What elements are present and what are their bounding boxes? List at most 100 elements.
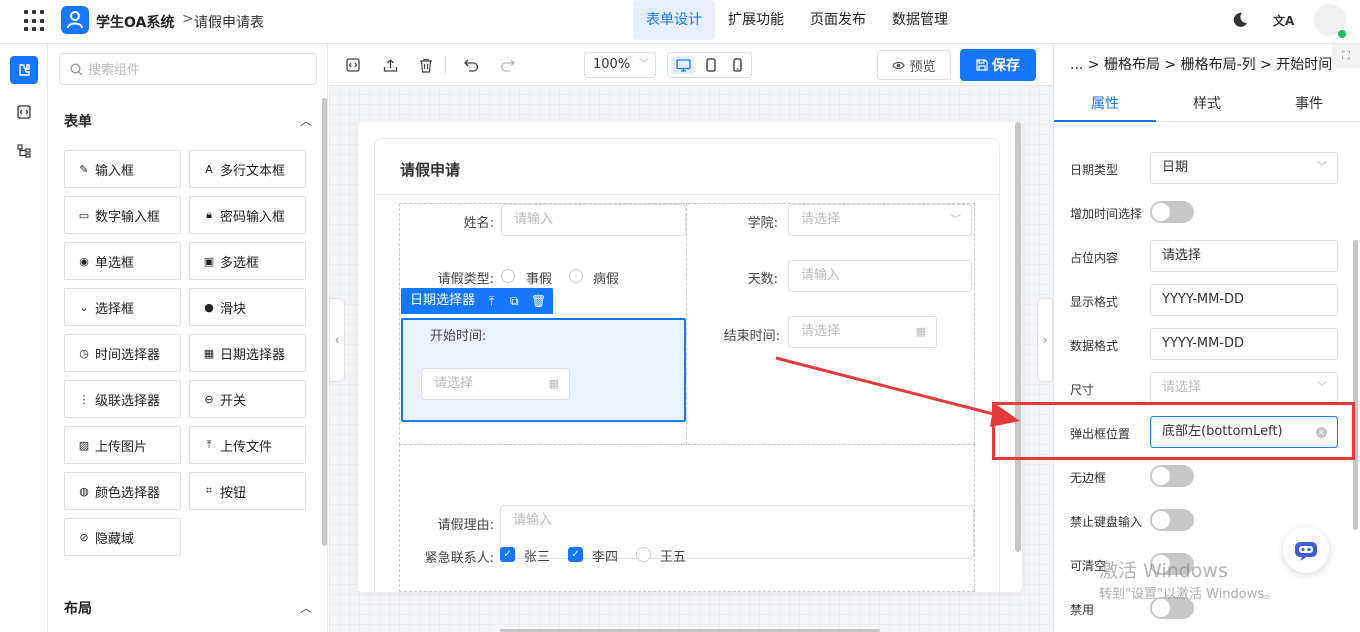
outline-tree-icon[interactable]: [10, 137, 38, 165]
end-time-picker[interactable]: 请选择 ▦: [788, 316, 937, 348]
date-type-value: 日期: [1162, 160, 1189, 175]
component-item[interactable]: ✎ 输入框: [64, 150, 181, 188]
copy-icon[interactable]: ⧉: [510, 288, 519, 314]
nav-form-design[interactable]: 表单设计: [633, 0, 715, 40]
component-item[interactable]: ● 滑块: [189, 288, 306, 326]
save-button[interactable]: 保存: [960, 49, 1036, 81]
name-input[interactable]: 请输入: [501, 204, 686, 236]
section-layout-heading: 布局: [64, 601, 92, 617]
section-form-heading: 表单: [64, 114, 92, 130]
chat-assistant-button[interactable]: [1283, 527, 1329, 573]
add-time-toggle[interactable]: [1150, 201, 1194, 223]
delete-icon[interactable]: 🗑︎: [531, 288, 546, 314]
app-title: 学生OA系统: [96, 15, 175, 31]
chevron-down-icon: ﹀: [639, 59, 649, 70]
move-top-icon[interactable]: ⤒: [489, 288, 494, 314]
tab-styles[interactable]: 样式: [1156, 86, 1258, 122]
component-item[interactable]: ⌄ 选择框: [64, 288, 181, 326]
component-item[interactable]: A 多行文本框: [189, 150, 306, 188]
highlight-box: [992, 402, 1355, 460]
nav-data-management[interactable]: 数据管理: [879, 0, 961, 40]
chevron-down-icon: ﹀: [950, 213, 961, 226]
canvas-toolbar: 100% ﹀ 预览 保存: [329, 44, 1053, 86]
chevron-up-icon[interactable]: ︿: [300, 599, 312, 616]
display-format-input[interactable]: YYYY-MM-DD: [1150, 284, 1338, 316]
zoom-select[interactable]: 100% ﹀: [584, 52, 656, 78]
component-item[interactable]: ◍ 颜色选择器: [64, 472, 181, 510]
component-item[interactable]: ⊘ 隐藏域: [64, 518, 181, 556]
delete-icon[interactable]: [418, 57, 434, 73]
selected-widget-name: 日期选择器: [410, 293, 476, 308]
redo-icon[interactable]: [499, 57, 515, 73]
undo-icon[interactable]: [463, 57, 479, 73]
preview-button[interactable]: 预览: [877, 50, 951, 80]
tab-properties[interactable]: 属性: [1054, 86, 1156, 122]
component-item[interactable]: ◉ 单选框: [64, 242, 181, 280]
chevron-up-icon[interactable]: ︿: [300, 112, 312, 129]
left-icon-strip: [0, 44, 48, 632]
search-input[interactable]: [88, 60, 308, 80]
dark-mode-icon[interactable]: [1232, 12, 1248, 28]
component-item[interactable]: ⋮ 级联选择器: [64, 380, 181, 418]
user-avatar[interactable]: [1314, 4, 1346, 38]
component-panel-scrollbar[interactable]: [322, 98, 327, 546]
selected-widget-toolbar: 日期选择器 ⤒ ⧉ 🗑︎: [401, 288, 553, 314]
chevron-down-icon: ﹀: [1317, 382, 1327, 393]
contact-checkbox-lisi[interactable]: ✓: [568, 547, 583, 562]
component-item[interactable]: ⤒ 上传文件: [189, 426, 306, 464]
property-panel-scrollbar[interactable]: [1353, 240, 1358, 530]
borderless-toggle[interactable]: [1150, 465, 1194, 487]
reason-label: 请假理由:: [437, 518, 494, 533]
disable-keyboard-toggle[interactable]: [1150, 509, 1194, 531]
component-item[interactable]: ▦ 日期选择器: [189, 334, 306, 372]
component-label: 数字输入框: [95, 209, 161, 225]
component-icon: ⤒: [206, 438, 212, 451]
component-item[interactable]: ▨ 上传图片: [64, 426, 181, 464]
component-item[interactable]: 🔒︎ 密码输入框: [189, 196, 306, 234]
leave-type-option: 事假: [526, 272, 553, 287]
components-tab-icon[interactable]: [10, 56, 38, 84]
component-item[interactable]: ◷ 时间选择器: [64, 334, 181, 372]
leave-type-radio-personal[interactable]: [501, 269, 515, 283]
college-select[interactable]: 请选择 ﹀: [788, 204, 972, 236]
code-tab-icon[interactable]: [10, 98, 38, 126]
import-icon[interactable]: [382, 57, 398, 73]
data-format-label: 数据格式: [1070, 339, 1119, 353]
component-item[interactable]: ⊖ 开关: [189, 380, 306, 418]
component-icon: 🔒︎: [206, 208, 212, 221]
form-canvas-card: 请假申请 姓名: 请输入 学院: 请选择 ﹀ 请假类型: 事假 病假 天数: 请…: [358, 122, 1022, 592]
start-time-picker[interactable]: 请选择 ▦: [421, 368, 570, 400]
contact-checkbox-zhangsan[interactable]: ✓: [500, 547, 515, 562]
tablet-view-icon[interactable]: [699, 56, 723, 74]
fullscreen-icon[interactable]: ⛶: [1332, 44, 1360, 68]
size-select[interactable]: 请选择 ﹀: [1150, 372, 1338, 404]
collapse-left-panel-button[interactable]: ‹: [329, 298, 345, 382]
component-label: 输入框: [95, 163, 135, 179]
component-search: [59, 53, 317, 85]
component-icon: A: [205, 162, 213, 176]
code-view-icon[interactable]: [345, 57, 361, 73]
canvas-scrollbar[interactable]: [1015, 122, 1021, 552]
toolbar-divider: [445, 56, 446, 74]
component-item[interactable]: ▣ 多选框: [189, 242, 306, 280]
nav-extensions[interactable]: 扩展功能: [715, 0, 797, 40]
app-grid-icon[interactable]: [24, 10, 46, 32]
desktop-view-icon[interactable]: [671, 56, 695, 74]
end-time-label: 结束时间:: [723, 329, 780, 344]
data-format-input[interactable]: YYYY-MM-DD: [1150, 328, 1338, 360]
save-label: 保存: [992, 58, 1020, 74]
language-icon[interactable]: 文A: [1273, 12, 1294, 29]
size-placeholder: 请选择: [1162, 380, 1202, 395]
tab-events[interactable]: 事件: [1258, 86, 1360, 122]
nav-publish[interactable]: 页面发布: [797, 0, 879, 40]
collapse-right-panel-button[interactable]: ›: [1037, 298, 1053, 382]
start-time-placeholder: 请选择: [434, 376, 474, 391]
leave-type-radio-sick[interactable]: [569, 269, 583, 283]
mobile-view-icon[interactable]: [725, 56, 749, 74]
days-input[interactable]: 请输入: [788, 260, 972, 292]
placeholder-input[interactable]: 请选择: [1150, 240, 1338, 272]
date-type-select[interactable]: 日期 ﹀: [1150, 152, 1338, 184]
component-item[interactable]: ⌗ 按钮: [189, 472, 306, 510]
contact-checkbox-wangwu[interactable]: [636, 547, 651, 562]
component-item[interactable]: ▭ 数字输入框: [64, 196, 181, 234]
